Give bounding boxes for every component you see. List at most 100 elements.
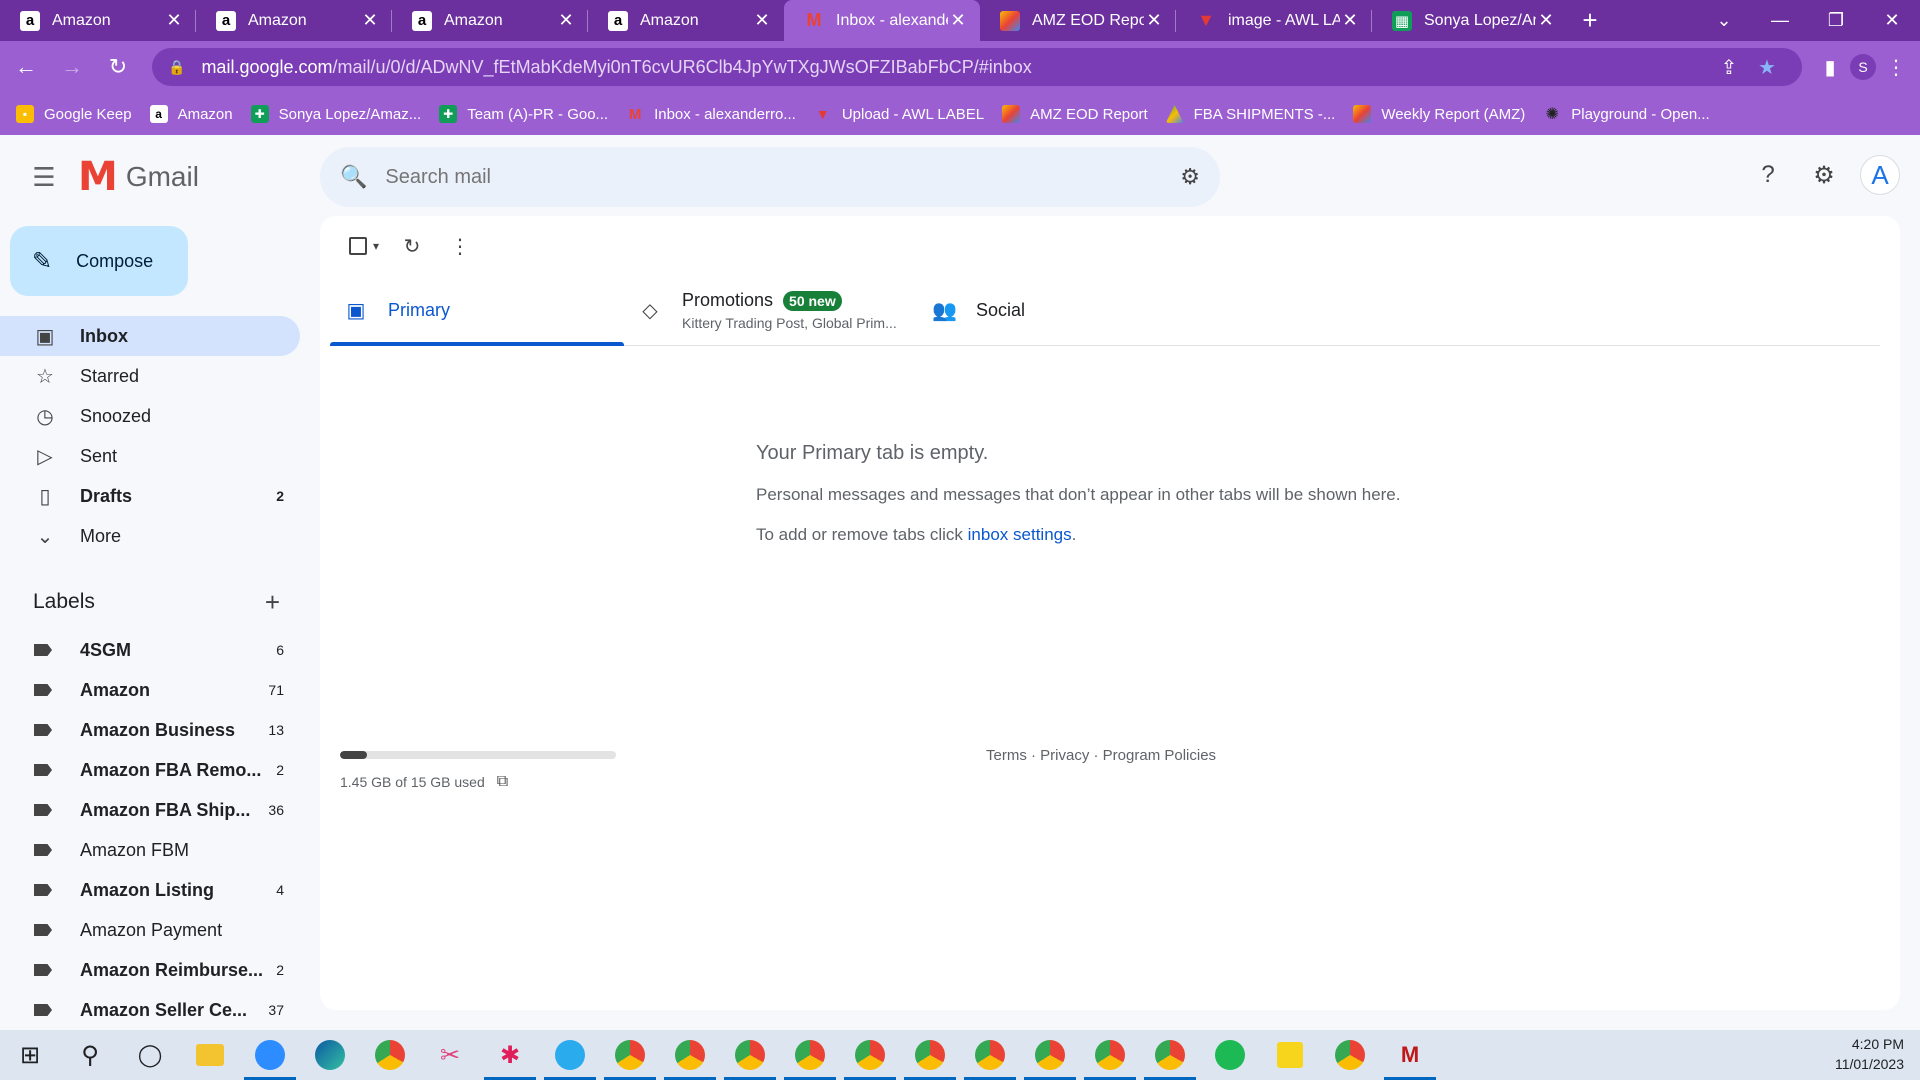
chrome-profile-icon[interactable] (1320, 1030, 1380, 1080)
nav-item-sent[interactable]: ▷ Sent (0, 436, 300, 476)
label-item[interactable]: Amazon Listing 4 (0, 870, 300, 910)
footer-links[interactable]: Terms · Privacy · Program Policies (986, 747, 1216, 764)
bookmark-item[interactable]: ▼ Upload - AWL LABEL (814, 105, 984, 123)
search-icon[interactable]: 🔍 (340, 164, 367, 190)
chrome-profile-icon[interactable] (960, 1030, 1020, 1080)
chrome-profile-icon[interactable] (660, 1030, 720, 1080)
new-tab-button[interactable]: + (1568, 0, 1612, 41)
bookmark-item[interactable]: FBA SHIPMENTS -... (1165, 105, 1335, 123)
zoom-icon[interactable] (240, 1030, 300, 1080)
compose-button[interactable]: ✎ Compose (10, 226, 188, 296)
profile-avatar[interactable]: S (1850, 54, 1876, 80)
inbox-settings-link[interactable]: inbox settings (968, 525, 1072, 544)
label-item[interactable]: Amazon Business 13 (0, 710, 300, 750)
bookmark-item[interactable]: ✚ Sonya Lopez/Amaz... (250, 105, 421, 123)
restore-button[interactable]: ❐ (1808, 0, 1864, 41)
browser-tab[interactable]: a Amazon ✕ (0, 0, 196, 41)
browser-tab[interactable]: ▦ Sonya Lopez/Am ✕ (1372, 0, 1568, 41)
nav-item-snoozed[interactable]: ◷ Snoozed (0, 396, 300, 436)
browser-tab[interactable]: a Amazon ✕ (392, 0, 588, 41)
nav-item-more[interactable]: ⌄ More (0, 516, 300, 556)
snipping-tool-icon[interactable]: ✂ (420, 1030, 480, 1080)
chrome-profile-icon[interactable] (1020, 1030, 1080, 1080)
search-input[interactable] (385, 165, 1181, 189)
spotify-icon[interactable] (1200, 1030, 1260, 1080)
address-bar[interactable]: 🔒 mail.google.com/mail/u/0/d/ADwNV_fEtMa… (152, 48, 1802, 86)
nav-item-starred[interactable]: ☆ Starred (0, 356, 300, 396)
main-menu-icon[interactable]: ☰ (20, 153, 68, 201)
more-options-icon[interactable]: ⋮ (436, 226, 484, 266)
side-panel-icon[interactable]: ▮ (1810, 55, 1850, 80)
bookmark-star-icon[interactable]: ★ (1748, 55, 1786, 80)
label-item[interactable]: Amazon 71 (0, 670, 300, 710)
label-item[interactable]: Amazon Seller Ce... 37 (0, 990, 300, 1029)
bookmark-item[interactable]: Weekly Report (AMZ) (1353, 105, 1525, 123)
lock-icon[interactable]: 🔒 (168, 59, 185, 76)
bookmark-item[interactable]: ▪ Google Keep (16, 105, 132, 123)
label-item[interactable]: Amazon FBM (0, 830, 300, 870)
account-avatar[interactable]: A (1860, 155, 1900, 195)
chrome-profile-icon[interactable] (900, 1030, 960, 1080)
chrome-profile-icon[interactable] (720, 1030, 780, 1080)
windows-start-icon[interactable]: ⊞ (0, 1030, 60, 1080)
browser-tab[interactable]: ▼ image - AWL LAI ✕ (1176, 0, 1372, 41)
reload-button[interactable]: ↻ (98, 47, 138, 87)
sticky-notes-icon[interactable] (1260, 1030, 1320, 1080)
select-all-checkbox[interactable]: ▾ (340, 226, 388, 266)
help-icon[interactable]: ? (1744, 151, 1792, 199)
tab-promotions[interactable]: ◇ Promotions 50 new Kittery Trading Post… (624, 276, 918, 345)
add-label-icon[interactable]: + (265, 587, 280, 618)
nav-item-drafts[interactable]: ▯ Drafts 2 (0, 476, 300, 516)
close-icon[interactable]: ✕ (1340, 10, 1360, 31)
share-icon[interactable]: ⇪ (1710, 55, 1748, 80)
label-item[interactable]: 4SGM 6 (0, 630, 300, 670)
file-explorer-icon[interactable] (180, 1030, 240, 1080)
search-icon[interactable]: ⚲ (60, 1030, 120, 1080)
refresh-icon[interactable]: ↻ (388, 226, 436, 266)
chrome-profile-icon[interactable] (1140, 1030, 1200, 1080)
mcafee-icon[interactable]: M (1380, 1030, 1440, 1080)
label-item[interactable]: Amazon Reimburse... 2 (0, 950, 300, 990)
url-text[interactable]: mail.google.com/mail/u/0/d/ADwNV_fEtMabK… (201, 57, 1710, 78)
tab-search-icon[interactable]: ⌄ (1696, 0, 1752, 41)
label-item[interactable]: Amazon FBA Ship... 36 (0, 790, 300, 830)
close-icon[interactable]: ✕ (1144, 10, 1164, 31)
browser-tab[interactable]: AMZ EOD Repor ✕ (980, 0, 1176, 41)
label-item[interactable]: Amazon Payment (0, 910, 300, 950)
settings-gear-icon[interactable]: ⚙ (1800, 151, 1848, 199)
forward-button[interactable]: → (52, 47, 92, 87)
browser-tab[interactable]: a Amazon ✕ (588, 0, 784, 41)
slack-icon[interactable]: ✱ (480, 1030, 540, 1080)
minimize-button[interactable]: — (1752, 0, 1808, 41)
chrome-icon[interactable] (360, 1030, 420, 1080)
bookmark-item[interactable]: ✺ Playground - Open... (1543, 105, 1710, 124)
close-icon[interactable]: ✕ (164, 10, 184, 31)
chrome-profile-icon[interactable] (840, 1030, 900, 1080)
close-icon[interactable]: ✕ (752, 10, 772, 31)
tab-social[interactable]: 👥 Social (918, 276, 1212, 345)
chrome-profile-icon[interactable] (780, 1030, 840, 1080)
bookmark-item[interactable]: ✚ Team (A)-PR - Goo... (439, 105, 608, 123)
telegram-icon[interactable] (540, 1030, 600, 1080)
close-icon[interactable]: ✕ (948, 10, 968, 31)
menu-icon[interactable]: ⋮ (1876, 55, 1916, 80)
close-icon[interactable]: ✕ (556, 10, 576, 31)
bookmark-item[interactable]: M Inbox - alexanderro... (626, 105, 796, 123)
chrome-profile-icon[interactable] (1080, 1030, 1140, 1080)
chrome-profile-icon[interactable] (600, 1030, 660, 1080)
browser-tab[interactable]: a Amazon ✕ (196, 0, 392, 41)
task-view-icon[interactable]: ◯ (120, 1030, 180, 1080)
external-link-icon[interactable]: ⧉ (497, 773, 508, 791)
browser-tab-active[interactable]: M Inbox - alexande ✕ (784, 0, 980, 41)
gmail-logo[interactable]: M Gmail (78, 154, 199, 200)
close-icon[interactable]: ✕ (1536, 10, 1556, 31)
label-item[interactable]: Amazon FBA Remo... 2 (0, 750, 300, 790)
edge-icon[interactable] (300, 1030, 360, 1080)
bookmark-item[interactable]: a Amazon (149, 105, 233, 123)
search-options-icon[interactable]: ⚙ (1180, 164, 1200, 190)
back-button[interactable]: ← (6, 47, 46, 87)
close-window-button[interactable]: ✕ (1864, 0, 1920, 41)
tab-primary[interactable]: ▣ Primary (330, 276, 624, 346)
bookmark-item[interactable]: AMZ EOD Report (1002, 105, 1148, 123)
nav-item-inbox[interactable]: ▣ Inbox (0, 316, 300, 356)
